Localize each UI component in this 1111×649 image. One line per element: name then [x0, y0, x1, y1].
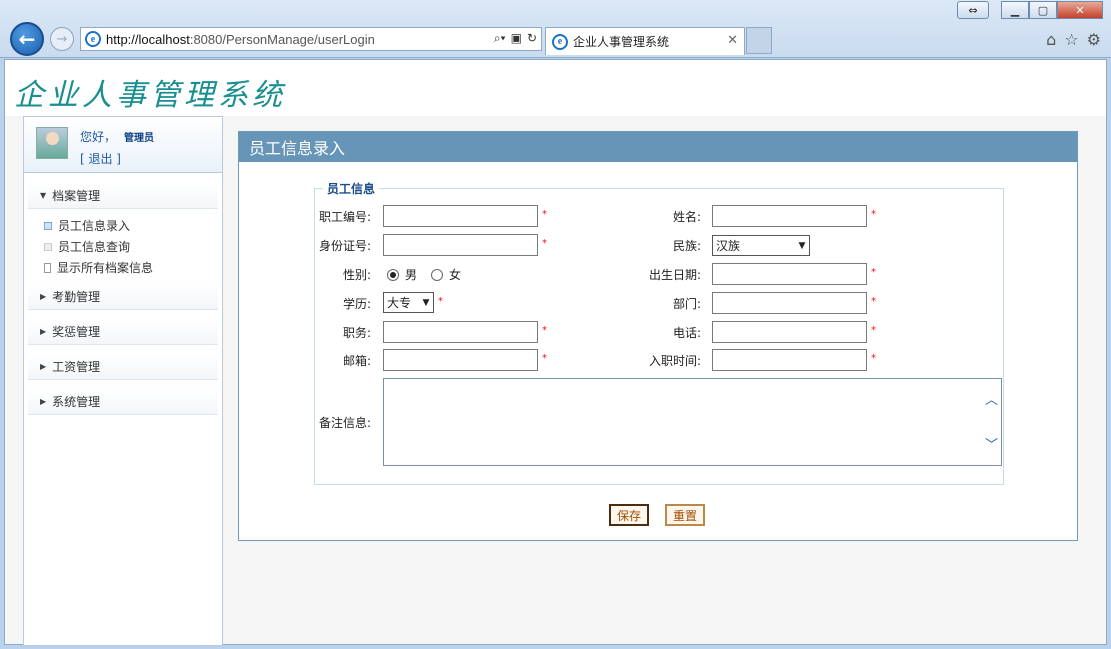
dept-input[interactable]	[712, 292, 867, 314]
browser-tab[interactable]: e 企业人事管理系统 ✕	[545, 27, 745, 55]
scroll-down-icon[interactable]: ﹀	[985, 434, 998, 453]
female-radio[interactable]	[431, 268, 444, 281]
tab-close-icon[interactable]: ✕	[727, 33, 738, 48]
banner: 企业人事管理系统	[5, 60, 1106, 116]
sidebar-section-system[interactable]: ▶ 系统管理	[28, 389, 218, 415]
employee-fieldset: 员工信息 职工编号: * 姓名: * 身份证号: * 民族: 汉族 ▼ 性别: 男…	[314, 180, 1004, 485]
page: 企业人事管理系统 您好， 管理员 [ 退出 ] ▼ 档案管理 员工信息录入 员工信息…	[4, 59, 1107, 646]
fieldset-legend: 员工信息	[323, 180, 380, 197]
remark-label: 备注信息:	[318, 416, 371, 430]
compat-icon[interactable]: ▣	[511, 31, 522, 46]
email-input[interactable]	[383, 349, 538, 371]
id-label: 身份证号:	[318, 239, 371, 253]
ethnic-select[interactable]: 汉族 ▼	[712, 235, 810, 256]
hire-input[interactable]	[712, 349, 867, 371]
gear-icon[interactable]: ⚙	[1087, 30, 1101, 49]
greeting: 您好， 管理员	[80, 130, 155, 144]
required-mark: *	[438, 296, 443, 307]
sidebar-item-all[interactable]: 显示所有档案信息	[44, 257, 222, 278]
user-role: 管理员	[124, 133, 155, 144]
male-radio[interactable]	[387, 268, 399, 281]
job-input[interactable]	[383, 321, 538, 343]
birth-label: 出生日期:	[648, 268, 701, 282]
tab-title: 企业人事管理系统	[573, 35, 670, 49]
avatar	[36, 127, 68, 159]
entry-panel: 员工信息录入 员工信息 职工编号: * 姓名: * 身份证号: * 民族: 汉族…	[238, 131, 1078, 541]
user-box: 您好， 管理员 [ 退出 ]	[24, 117, 222, 173]
reset-button[interactable]: 重置	[665, 504, 706, 526]
sidebar-section-salary[interactable]: ▶ 工资管理	[28, 354, 218, 380]
sidebar-item-query[interactable]: 员工信息查询	[44, 236, 222, 257]
required-mark: *	[871, 267, 876, 278]
home-icon[interactable]: ⌂	[1046, 30, 1056, 49]
ie-icon: e	[85, 31, 101, 47]
edu-select[interactable]: 大专 ▼	[383, 292, 434, 313]
triangle-down-icon: ▼	[40, 191, 47, 200]
sidebar: 您好， 管理员 [ 退出 ] ▼ 档案管理 员工信息录入 员工信息查询 显示所有档案…	[23, 116, 223, 646]
sidebar-section-attendance[interactable]: ▶ 考勤管理	[28, 284, 218, 310]
maximize-button[interactable]: ▢	[1029, 1, 1057, 19]
remark-textarea[interactable]: ︿ ﹀	[383, 378, 1002, 466]
new-tab-button[interactable]	[746, 27, 772, 54]
emp-no-label: 职工编号:	[318, 210, 371, 224]
square-icon	[44, 221, 52, 230]
email-label: 邮箱:	[342, 354, 371, 368]
gender-radio-group: 男 女	[387, 266, 461, 283]
favorites-icon[interactable]: ☆	[1064, 30, 1078, 49]
back-button[interactable]: ←	[10, 22, 44, 56]
logout-link[interactable]: [ 退出 ]	[80, 150, 121, 167]
required-mark: *	[542, 353, 547, 364]
required-mark: *	[542, 238, 547, 249]
triangle-right-icon: ▶	[40, 292, 47, 301]
url-path: :8080/PersonManage/userLogin	[189, 31, 375, 47]
required-mark: *	[542, 325, 547, 336]
ethnic-label: 民族:	[672, 239, 701, 253]
required-mark: *	[871, 209, 876, 220]
required-mark: *	[871, 353, 876, 364]
browser-chrome: ⇔ ▁ ▢ ✕ ← → e http://localhost:8080/Pers…	[0, 0, 1111, 58]
required-mark: *	[871, 296, 876, 307]
square-icon	[44, 242, 52, 251]
address-bar[interactable]: e http://localhost:8080/PersonManage/use…	[80, 27, 542, 51]
page-icon	[44, 262, 51, 273]
dept-label: 部门:	[672, 297, 701, 311]
hire-label: 入职时间:	[648, 354, 701, 368]
name-input[interactable]	[712, 205, 867, 227]
sidebar-section-rewards[interactable]: ▶ 奖惩管理	[28, 319, 218, 345]
phone-label: 电话:	[672, 326, 701, 340]
restore-tab-icon[interactable]: ⇔	[957, 1, 989, 19]
emp-no-input[interactable]	[383, 205, 538, 227]
forward-button[interactable]: →	[50, 27, 74, 51]
save-button[interactable]: 保存	[609, 504, 650, 526]
sidebar-item-entry[interactable]: 员工信息录入	[44, 215, 222, 236]
minimize-button[interactable]: ▁	[1001, 1, 1029, 19]
chevron-down-icon: ▼	[798, 240, 806, 251]
birth-input[interactable]	[712, 263, 867, 285]
required-mark: *	[542, 209, 547, 220]
job-label: 职务:	[342, 326, 371, 340]
sidebar-section-archive[interactable]: ▼ 档案管理	[28, 183, 218, 209]
triangle-right-icon: ▶	[40, 397, 47, 406]
id-input[interactable]	[383, 234, 538, 256]
chevron-down-icon: ▼	[422, 297, 430, 308]
phone-input[interactable]	[712, 321, 867, 343]
close-button[interactable]: ✕	[1057, 1, 1103, 19]
search-icon[interactable]: ⌕▾	[494, 31, 506, 46]
logo: 企业人事管理系统	[14, 78, 286, 113]
panel-title: 员工信息录入	[239, 132, 1077, 162]
name-label: 姓名:	[672, 210, 701, 224]
triangle-right-icon: ▶	[40, 327, 47, 336]
scroll-up-icon[interactable]: ︿	[985, 389, 998, 408]
edu-label: 学历:	[342, 297, 371, 311]
gender-label: 性别:	[342, 268, 371, 282]
required-mark: *	[871, 325, 876, 336]
triangle-right-icon: ▶	[40, 362, 47, 371]
ie-icon: e	[552, 33, 568, 50]
refresh-icon[interactable]: ↻	[527, 31, 537, 46]
url-host: http://localhost	[106, 31, 190, 47]
